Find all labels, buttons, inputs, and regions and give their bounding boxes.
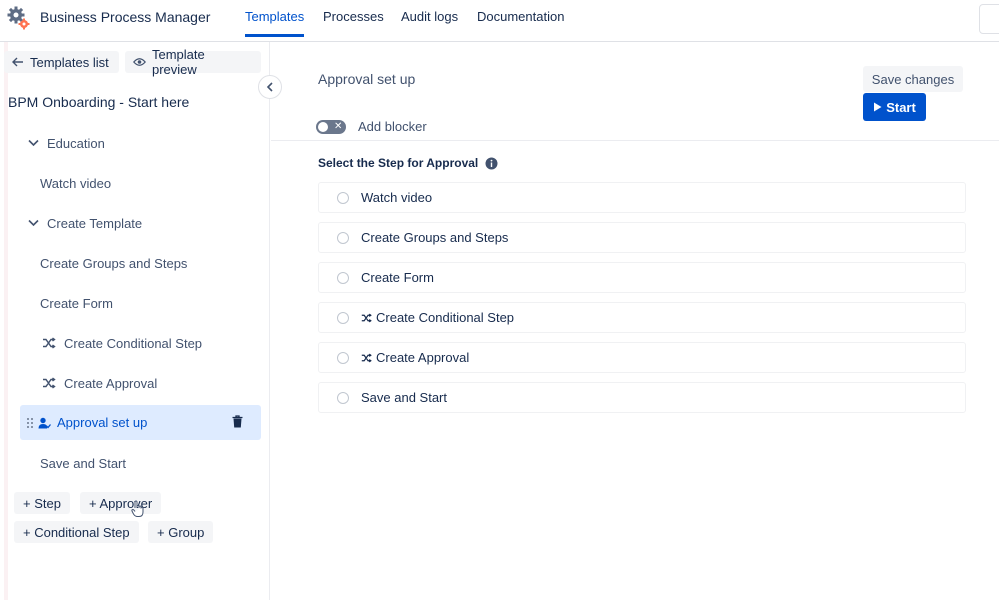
toggle-knob	[318, 122, 328, 132]
gears-logo-icon	[7, 6, 30, 30]
shuffle-icon	[361, 313, 372, 322]
add-group-button[interactable]: + Group	[148, 521, 214, 543]
radio-button[interactable]	[337, 351, 349, 364]
radio-button[interactable]	[337, 311, 349, 324]
option-label: Create Form	[361, 270, 434, 285]
tree-step-watch-video[interactable]: Watch video	[40, 173, 111, 193]
page-title: Approval set up	[318, 71, 416, 87]
tree-group-education[interactable]: Education	[28, 133, 105, 153]
toggle-off-icon: ✕	[334, 121, 343, 132]
option-label: Create Groups and Steps	[361, 230, 508, 245]
option-label-text: Create Groups and Steps	[361, 230, 509, 245]
option-label-text: Create Conditional Step	[376, 310, 515, 325]
save-changes-button[interactable]: Save changes	[863, 66, 963, 92]
sidebar-edge-stripe	[4, 42, 8, 600]
tree-item-label: Create Approval	[64, 375, 158, 391]
start-label: Start	[886, 99, 916, 115]
tab-audit-logs[interactable]: Audit logs	[401, 9, 458, 34]
add-approver-button[interactable]: + Approver	[80, 492, 162, 514]
template-preview-button[interactable]: Template preview	[125, 47, 261, 77]
shuffle-icon	[43, 337, 56, 349]
add-blocker-toggle[interactable]: ✕	[316, 120, 346, 134]
app-title: Business Process Manager	[40, 9, 211, 25]
top-navigation-bar: Business Process Manager Templates Proce…	[0, 0, 999, 42]
user-approver-icon	[38, 417, 51, 428]
template-preview-label: Template preview	[151, 47, 205, 77]
tree-step-create-form[interactable]: Create Form	[40, 293, 113, 313]
tree-item-label: Watch video	[40, 175, 112, 191]
add-conditional-step-button[interactable]: + Conditional Step	[14, 521, 139, 543]
templates-list-label: Templates list	[30, 54, 109, 70]
drag-handle-icon[interactable]	[26, 417, 34, 429]
tab-templates[interactable]: Templates	[245, 9, 305, 37]
tree-item-label: Approval set up	[57, 415, 148, 430]
tree-item-label: Education	[47, 135, 105, 151]
hand-cursor-icon	[131, 500, 144, 517]
option-label: Watch video	[361, 190, 432, 205]
collapse-sidebar-button[interactable]	[258, 75, 282, 99]
approval-option-create-approval[interactable]: Create Approval	[318, 342, 966, 373]
tab-processes[interactable]: Processes	[323, 9, 384, 34]
option-label: Create Conditional Step	[361, 310, 514, 325]
shuffle-icon	[361, 353, 372, 362]
approval-option-create-form[interactable]: Create Form	[318, 262, 966, 293]
tree-item-label: Create Conditional Step	[64, 335, 203, 351]
add-blocker-label: Add blocker	[358, 119, 427, 134]
tree-item-label: Save and Start	[40, 455, 126, 471]
templates-list-button[interactable]: Templates list	[4, 51, 119, 73]
tree-group-create-template[interactable]: Create Template	[28, 213, 142, 233]
radio-button[interactable]	[337, 231, 349, 244]
template-name: BPM Onboarding - Start here	[8, 94, 190, 110]
tree-step-create-groups[interactable]: Create Groups and Steps	[40, 253, 187, 273]
option-label: Save and Start	[361, 390, 447, 405]
radio-button[interactable]	[337, 271, 349, 284]
approval-option-create-conditional[interactable]: Create Conditional Step	[318, 302, 966, 333]
radio-button[interactable]	[337, 391, 349, 404]
info-icon[interactable]	[485, 157, 498, 170]
tree-step-save-and-start[interactable]: Save and Start	[40, 453, 126, 473]
start-button[interactable]: Start	[863, 93, 926, 121]
trash-icon[interactable]	[232, 415, 243, 428]
option-label-text: Create Approval	[376, 350, 470, 365]
top-right-control[interactable]	[979, 4, 999, 34]
arrow-left-icon	[12, 57, 23, 67]
option-label-text: Watch video	[361, 190, 433, 205]
tree-item-label: Create Form	[40, 295, 113, 311]
chevron-left-icon	[266, 82, 273, 92]
add-step-button[interactable]: + Step	[14, 492, 70, 514]
approval-step-section-label: Select the Step for Approval	[318, 156, 498, 170]
approval-option-save-and-start[interactable]: Save and Start	[318, 382, 966, 413]
radio-button[interactable]	[337, 191, 349, 204]
tab-documentation[interactable]: Documentation	[477, 9, 564, 34]
chevron-down-icon	[28, 219, 39, 227]
chevron-down-icon	[28, 139, 39, 147]
tree-item-label: Create Groups and Steps	[40, 255, 188, 271]
play-icon	[874, 102, 882, 112]
tree-step-approval-set-up[interactable]: Approval set up	[20, 405, 261, 440]
tree-step-create-conditional[interactable]: Create Conditional Step	[42, 333, 202, 353]
option-label-text: Save and Start	[361, 390, 447, 405]
tree-step-create-approval[interactable]: Create Approval	[42, 373, 157, 393]
option-label: Create Approval	[361, 350, 469, 365]
tree-item-label: Create Template	[47, 215, 143, 231]
eye-icon	[133, 58, 146, 66]
shuffle-icon	[43, 377, 56, 389]
option-label-text: Create Form	[361, 270, 434, 285]
approval-option-watch-video[interactable]: Watch video	[318, 182, 966, 213]
header-divider	[271, 140, 999, 141]
approval-option-create-groups[interactable]: Create Groups and Steps	[318, 222, 966, 253]
section-label-text: Select the Step for Approval	[318, 156, 479, 170]
